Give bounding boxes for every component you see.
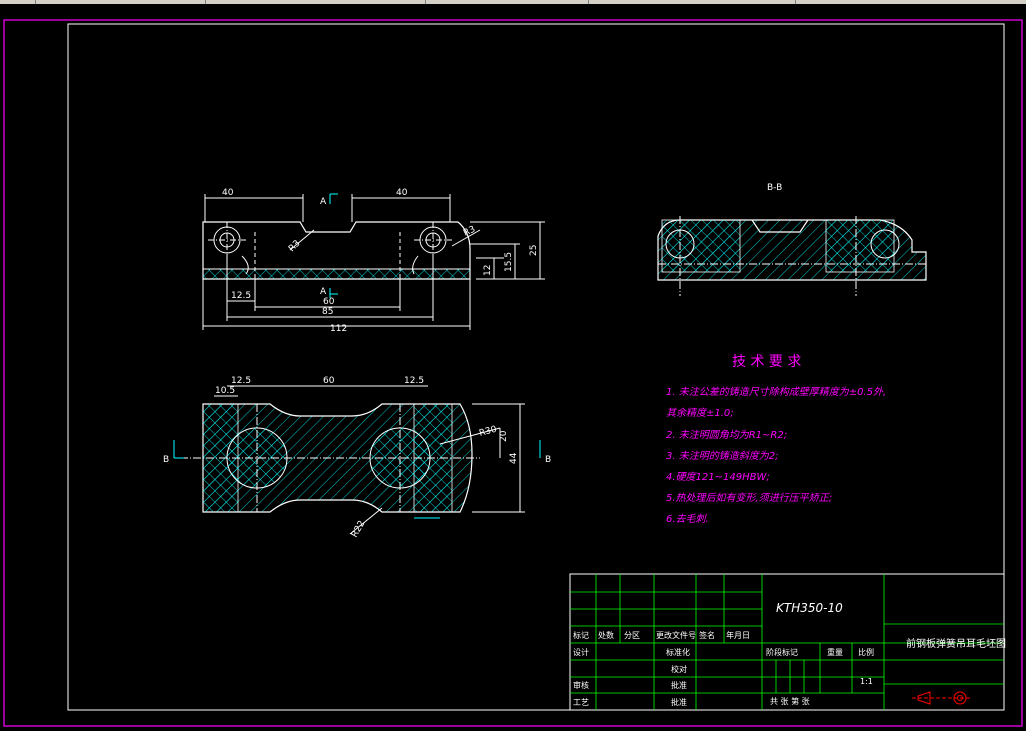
tb-label-approve-2: 批准 xyxy=(671,697,687,707)
plan-view xyxy=(180,403,480,513)
tech-requirements: 技 术 要 求 1. 未注公差的铸造尺寸除构成壁厚精度为±0.5外, 其余精度±… xyxy=(666,354,886,525)
inner-frame xyxy=(67,23,1005,711)
tech-line-3: 2. 未注明圆角均为R1~R2; xyxy=(666,429,787,441)
tb-sheets: 共 张 第 张 xyxy=(770,696,810,706)
dim-12-5: 12.5 xyxy=(231,291,251,301)
tb-label-weight: 重量 xyxy=(827,647,843,657)
cad-drawing-canvas[interactable]: 40 40 A A 12.5 60 85 112 12 15.5 25 R3 R… xyxy=(0,4,1026,731)
tb-label-check: 审核 xyxy=(573,680,589,690)
tb-label-review: 校对 xyxy=(671,664,687,674)
dim-112: 112 xyxy=(330,324,347,334)
dim-r30: R30 xyxy=(478,425,498,439)
tech-line-1: 1. 未注公差的铸造尺寸除构成壁厚精度为±0.5外, xyxy=(666,386,886,398)
tb-label-mark: 标记 xyxy=(573,630,589,640)
tech-line-6: 5.热处理后如有变形,须进行压平矫正; xyxy=(666,492,832,504)
tb-label-sign: 签名 xyxy=(699,630,715,640)
tb-label-process: 工艺 xyxy=(573,698,589,707)
section-b-right: B xyxy=(545,455,551,465)
outer-frame xyxy=(3,19,1023,727)
tb-label-change-doc: 更改文件号 xyxy=(656,630,696,640)
front-view xyxy=(202,221,471,280)
dim-left-40: 40 xyxy=(222,188,234,198)
tech-line-5: 4.硬度121~149HBW; xyxy=(666,471,770,483)
tech-line-7: 6.去毛刺. xyxy=(666,513,709,525)
tech-line-2: 其余精度±1.0; xyxy=(666,407,734,419)
dim-85: 85 xyxy=(322,307,333,317)
tb-label-design: 设计 xyxy=(573,647,589,657)
dim-12-5-left: 12.5 xyxy=(231,376,251,386)
title-block: KTH350-10 前钢板弹簧吊耳毛坯图 标记 处数 分区 更改文件号 签名 年… xyxy=(569,573,1006,711)
dim-12: 12 xyxy=(483,265,493,276)
dim-60: 60 xyxy=(323,297,335,307)
dim-20: 20 xyxy=(499,430,509,442)
dim-25: 25 xyxy=(529,245,539,256)
dim-10-5: 10.5 xyxy=(215,386,235,396)
dim-r3-right: R3 xyxy=(462,225,477,239)
dim-60-plan: 60 xyxy=(323,376,335,386)
tech-line-4: 3. 未注明的铸造斜度为2; xyxy=(666,450,778,462)
tech-title: 技 术 要 求 xyxy=(732,354,801,370)
tb-label-count: 处数 xyxy=(598,630,614,640)
section-bb-label: B-B xyxy=(767,183,782,193)
tb-scale-value: 1:1 xyxy=(860,677,873,686)
projection-symbol-icon xyxy=(912,691,972,705)
front-view-dimensions: 40 40 A A 12.5 60 85 112 12 15.5 25 R3 R… xyxy=(202,188,545,334)
dim-right-40: 40 xyxy=(396,188,408,198)
tb-label-zone: 分区 xyxy=(624,631,640,640)
drawing-number: KTH350-10 xyxy=(776,601,843,615)
front-view-bottom-hatch xyxy=(202,268,471,280)
tb-label-stage: 阶段标记 xyxy=(766,647,798,657)
part-name: 前钢板弹簧吊耳毛坯图 xyxy=(906,637,1006,650)
section-a-top: A xyxy=(320,197,327,207)
tb-label-standardize: 标准化 xyxy=(666,647,690,657)
section-b-left: B xyxy=(163,455,169,465)
dim-44: 44 xyxy=(509,452,519,464)
tb-label-date: 年月日 xyxy=(726,630,750,640)
dim-15-5: 15.5 xyxy=(504,252,514,272)
dim-12-5-right: 12.5 xyxy=(404,376,424,386)
tb-label-approve: 批准 xyxy=(671,680,687,690)
tb-label-scale: 比例 xyxy=(858,647,874,657)
section-a-bottom: A xyxy=(320,287,327,297)
section-bb-view: B-B xyxy=(657,183,927,296)
